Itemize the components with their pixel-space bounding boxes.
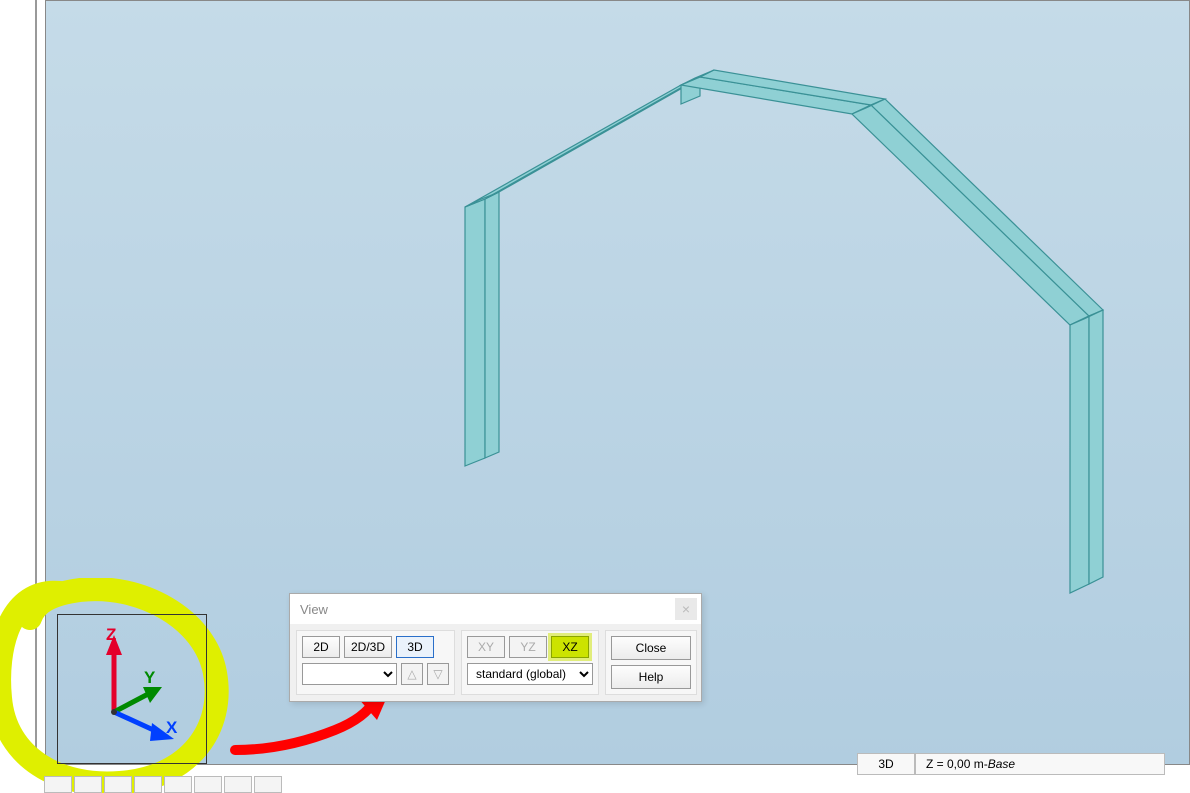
view-mode-group: 2D 2D/3D 3D △ ▽ <box>296 630 455 695</box>
view-layer-select[interactable] <box>302 663 397 685</box>
step-down-button[interactable]: ▽ <box>427 663 449 685</box>
status-bar: 3D Z = 0,00 m - Base <box>857 753 1165 775</box>
app-viewport: Z Y X View × 2D 2D/3D 3D <box>0 0 1190 793</box>
status-view-mode: 3D <box>857 753 915 775</box>
close-button[interactable]: Close <box>611 636 691 660</box>
toolbar-btn[interactable] <box>194 776 222 793</box>
view-dialog: View × 2D 2D/3D 3D △ ▽ <box>289 593 702 702</box>
bottom-toolbar <box>44 776 364 793</box>
help-button[interactable]: Help <box>611 665 691 689</box>
coord-system-select[interactable]: standard (global) <box>467 663 593 685</box>
step-up-button[interactable]: △ <box>401 663 423 685</box>
status-coordinates: Z = 0,00 m - Base <box>915 753 1165 775</box>
dialog-title-text: View <box>300 602 675 617</box>
toolbar-btn[interactable] <box>74 776 102 793</box>
close-icon[interactable]: × <box>675 598 697 620</box>
toolbar-btn[interactable] <box>164 776 192 793</box>
toolbar-btn[interactable] <box>44 776 72 793</box>
dialog-body: 2D 2D/3D 3D △ ▽ XY YZ XZ <box>290 624 701 701</box>
toolbar-btn[interactable] <box>134 776 162 793</box>
plane-yz-button[interactable]: YZ <box>509 636 547 658</box>
axis-triad: Z Y X <box>50 605 210 765</box>
axis-y-label: Y <box>144 668 156 687</box>
toolbar-btn[interactable] <box>224 776 252 793</box>
axis-x-label: X <box>166 718 178 737</box>
toolbar-btn[interactable] <box>104 776 132 793</box>
view-2d-button[interactable]: 2D <box>302 636 340 658</box>
left-gutter <box>0 0 45 765</box>
dialog-titlebar[interactable]: View × <box>290 594 701 624</box>
status-layer-name: Base <box>988 757 1015 771</box>
axis-z-label: Z <box>106 625 116 644</box>
view-3d-button[interactable]: 3D <box>396 636 434 658</box>
status-z-value: Z = 0,00 m <box>926 757 984 771</box>
view-2d3d-button[interactable]: 2D/3D <box>344 636 392 658</box>
toolbar-btn[interactable] <box>254 776 282 793</box>
dialog-actions: Close Help <box>605 630 697 695</box>
plane-xy-button[interactable]: XY <box>467 636 505 658</box>
plane-group: XY YZ XZ standard (global) <box>461 630 599 695</box>
plane-xz-button[interactable]: XZ <box>551 636 589 658</box>
gutter-line <box>35 0 37 765</box>
